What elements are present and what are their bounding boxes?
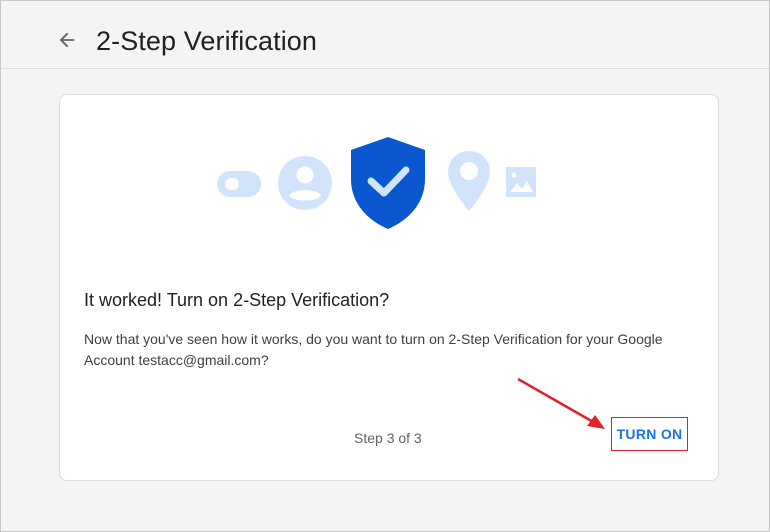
verification-card: It worked! Turn on 2-Step Verification? …	[59, 94, 719, 481]
verification-illustration	[217, 137, 536, 229]
page-header: 2-Step Verification	[1, 1, 769, 69]
card-heading: It worked! Turn on 2-Step Verification?	[84, 290, 390, 310]
account-circle-icon	[278, 156, 332, 210]
turn-on-button[interactable]: TURN ON	[611, 417, 688, 451]
location-pin-icon	[448, 151, 490, 211]
annotation-arrow-icon	[517, 377, 605, 429]
step-indicator: Step 3 of 3	[354, 430, 422, 446]
shield-check-icon	[351, 137, 425, 229]
image-icon	[506, 167, 536, 197]
window-frame: 2-Step Verification It worked! Turn on 2…	[0, 0, 770, 532]
page-title: 2-Step Verification	[96, 26, 318, 56]
card-description: Now that you've seen how it works, do yo…	[84, 331, 663, 368]
arrow-back-icon[interactable]	[56, 29, 78, 51]
toggle-icon	[217, 171, 261, 197]
